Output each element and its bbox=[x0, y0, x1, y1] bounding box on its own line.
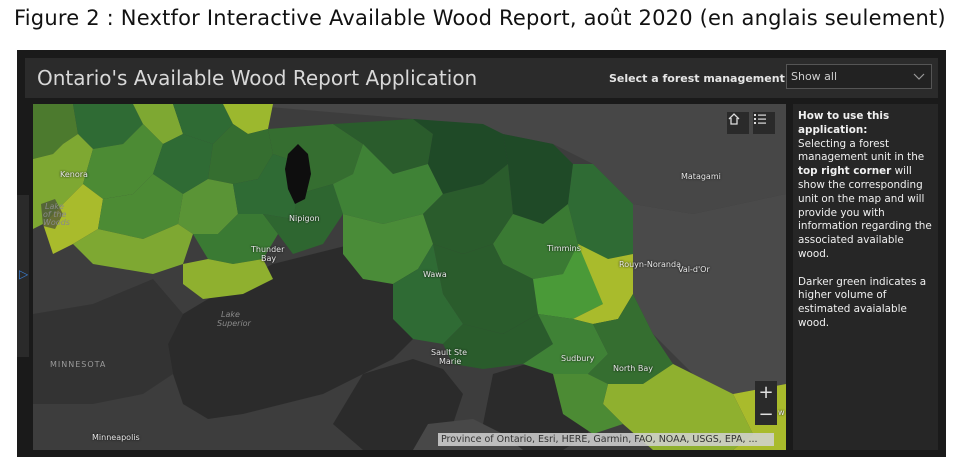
label-nipigon: Nipigon bbox=[289, 214, 320, 223]
info-p2: Darker green indicates a higher volume o… bbox=[798, 275, 927, 329]
label-kenora: Kenora bbox=[60, 170, 88, 179]
label-thunder-bay-1: Thunder bbox=[251, 245, 285, 254]
legend-list-icon bbox=[754, 114, 766, 124]
label-sault-1: Sault Ste bbox=[431, 348, 468, 357]
side-panel-toggle[interactable]: ▷ bbox=[17, 195, 29, 357]
map-canvas bbox=[33, 104, 786, 450]
app-title: Ontario's Available Wood Report Applicat… bbox=[37, 66, 478, 90]
label-wawa: Wawa bbox=[423, 270, 447, 279]
zoom-out-button[interactable]: − bbox=[755, 403, 777, 425]
legend-button[interactable] bbox=[753, 112, 775, 134]
label-val-dor: Val-d'Or bbox=[678, 265, 710, 274]
label-minneapolis: Minneapolis bbox=[92, 433, 140, 442]
label-minnesota: MINNESOTA bbox=[50, 360, 107, 369]
label-sault-2: Marie bbox=[439, 357, 462, 366]
label-matagami: Matagami bbox=[681, 172, 721, 181]
home-button[interactable] bbox=[727, 112, 749, 134]
label-lake-of-woods-3: Woods bbox=[43, 218, 70, 227]
chevron-down-icon bbox=[913, 73, 925, 80]
map-attribution[interactable]: Province of Ontario, Esri, HERE, Garmin,… bbox=[438, 433, 774, 446]
label-sudbury: Sudbury bbox=[561, 354, 595, 363]
map-view[interactable]: Kenora Lake of the Woods Nipigon Thunder… bbox=[33, 104, 786, 450]
info-p1-b: will show the corresponding unit on the … bbox=[798, 165, 932, 260]
label-lake-superior-1: Lake bbox=[221, 310, 240, 319]
info-p1-a: Selecting a forest management unit in th… bbox=[798, 137, 925, 164]
label-timmins: Timmins bbox=[547, 244, 581, 253]
info-panel-text: How to use this application: Selecting a… bbox=[798, 110, 934, 331]
app-window: Ontario's Available Wood Report Applicat… bbox=[17, 50, 946, 457]
info-heading: How to use this application: bbox=[798, 110, 890, 136]
label-rouyn-noranda: Rouyn-Noranda bbox=[619, 260, 681, 269]
info-p1-bold: top right corner bbox=[798, 165, 892, 178]
label-thunder-bay-2: Bay bbox=[261, 254, 277, 263]
label-lake-superior-2: Superior bbox=[217, 319, 251, 328]
figure-caption: Figure 2 : Nextfor Interactive Available… bbox=[14, 6, 946, 30]
label-edge-w: w bbox=[778, 408, 785, 417]
home-icon bbox=[728, 113, 740, 125]
fmu-dropdown[interactable]: Show all bbox=[786, 64, 932, 89]
app-header: Ontario's Available Wood Report Applicat… bbox=[25, 58, 938, 98]
zoom-in-button[interactable]: + bbox=[755, 381, 777, 403]
label-north-bay: North Bay bbox=[613, 364, 654, 373]
info-panel: How to use this application: Selecting a… bbox=[793, 104, 938, 450]
expand-panel-icon: ▷ bbox=[19, 267, 29, 281]
fmu-selected-value: Show all bbox=[791, 70, 838, 83]
